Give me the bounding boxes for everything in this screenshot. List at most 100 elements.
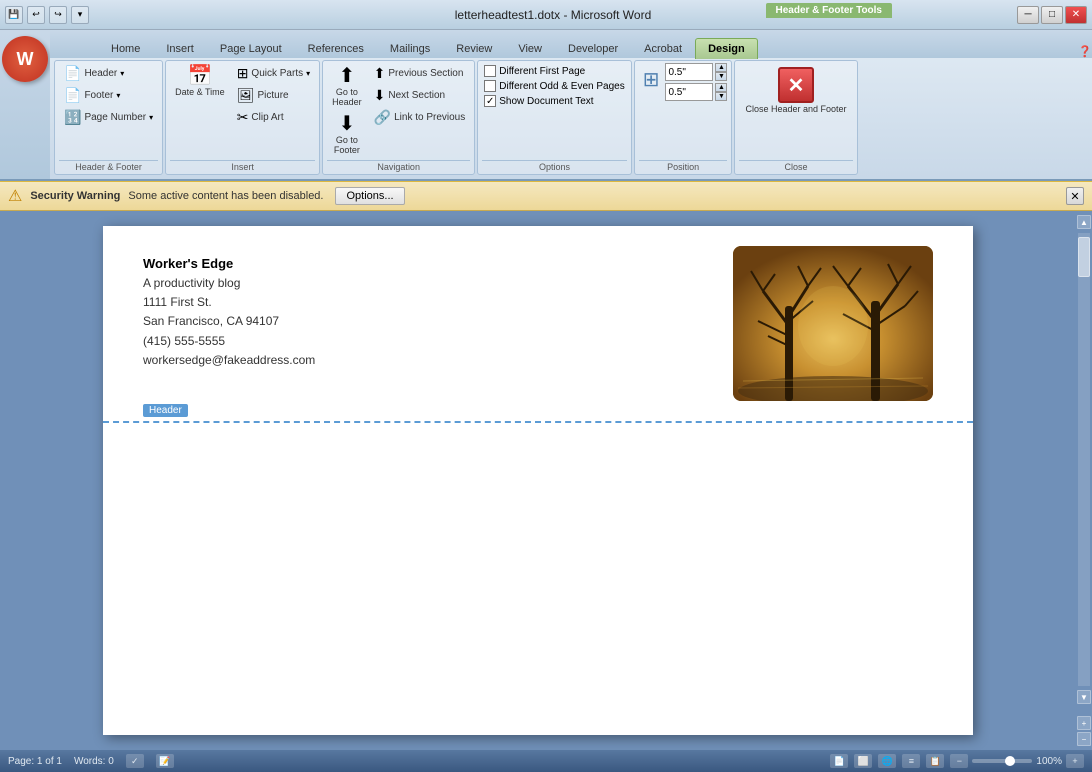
maximize-button[interactable]: □ (1041, 6, 1063, 24)
go-to-footer-button[interactable]: ⬇ Go toFooter (329, 111, 365, 158)
tab-mailings[interactable]: Mailings (377, 38, 443, 59)
qa-extra-btn[interactable]: ▾ (71, 6, 89, 24)
header-image (733, 246, 933, 401)
zoom-in-icon[interactable]: + (1066, 754, 1084, 768)
footer-icon: 📄 (64, 87, 81, 104)
footer-pos-down[interactable]: ▼ (715, 92, 727, 101)
close-header-footer-button[interactable]: ✕ Close Header and Footer (739, 63, 852, 118)
footer-pos-up[interactable]: ▲ (715, 83, 727, 92)
zoom-in-small-btn[interactable]: + (1077, 716, 1091, 730)
window-close-button[interactable]: ✕ (1065, 6, 1087, 24)
tab-review[interactable]: Review (443, 38, 505, 59)
hf-buttons: 📄 Header ▾ 📄 Footer ▾ (59, 63, 158, 158)
clip-art-button[interactable]: ✂ Clip Art (232, 107, 315, 128)
diff-odd-even-label: Different Odd & Even Pages (499, 81, 624, 92)
page-number-label: Page Number (84, 112, 146, 123)
nav-group-label: Navigation (327, 160, 470, 172)
redo-quick-btn[interactable]: ↪ (49, 6, 67, 24)
view-print-icon[interactable]: 📄 (830, 754, 848, 768)
prev-section-label: Previous Section (388, 68, 463, 79)
tab-acrobat[interactable]: Acrobat (631, 38, 695, 59)
nav-sections: ⬆ Previous Section ⬇ Next Section 🔗 Link (369, 63, 471, 128)
picture-button[interactable]: 🖼 Picture (232, 85, 315, 106)
help-icon[interactable]: ❓ (1078, 45, 1092, 58)
header-button[interactable]: 📄 Header ▾ (59, 63, 158, 84)
diff-first-checkbox[interactable] (484, 65, 496, 77)
proof-icon[interactable]: ✓ (126, 754, 144, 768)
tab-view[interactable]: View (505, 38, 555, 59)
footer-button[interactable]: 📄 Footer ▾ (59, 85, 158, 106)
footer-pos-spinner: ▲ ▼ (715, 83, 727, 101)
footer-position-input[interactable] (665, 83, 713, 101)
tab-insert[interactable]: Insert (153, 38, 207, 59)
ribbon: W Home Insert Page Layout References Mai… (0, 30, 1092, 181)
body-section[interactable] (103, 423, 973, 703)
date-time-button[interactable]: 📅 Date & Time (170, 63, 230, 100)
hf-group-label: Header & Footer (59, 160, 158, 172)
right-scrollbar: ▲ ▼ + − (1076, 211, 1092, 750)
header-label-btn: Header (84, 68, 117, 79)
tab-developer[interactable]: Developer (555, 38, 631, 59)
view-draft-icon[interactable]: 📋 (926, 754, 944, 768)
titlebar: 💾 ↩ ↪ ▾ letterheadtest1.dotx - Microsoft… (0, 0, 1092, 30)
security-options-button[interactable]: Options... (335, 187, 404, 205)
scroll-thumb[interactable] (1078, 237, 1090, 277)
group-insert: 📅 Date & Time ⊞ Quick Parts ▾ (165, 60, 320, 175)
link-prev-icon: 🔗 (374, 109, 391, 126)
show-doc-text-checkbox[interactable]: ✓ (484, 95, 496, 107)
date-time-icon: 📅 (187, 66, 212, 86)
header-pos-up[interactable]: ▲ (715, 63, 727, 72)
security-bar: ⚠ Security Warning Some active content h… (0, 181, 1092, 211)
show-doc-text-row: ✓ Show Document Text (484, 95, 624, 107)
previous-section-button[interactable]: ⬆ Previous Section (369, 63, 471, 84)
scroll-down-btn[interactable]: ▼ (1077, 690, 1091, 704)
pos-inputs: ▲ ▼ ▲ ▼ (665, 63, 727, 101)
position-inner: ⊞ ▲ ▼ (639, 63, 728, 158)
pagenum-dropdown-icon: ▾ (149, 113, 153, 122)
tab-home[interactable]: Home (98, 38, 153, 59)
ribbon-row: W Home Insert Page Layout References Mai… (0, 30, 1092, 179)
view-full-screen-icon[interactable]: ⬜ (854, 754, 872, 768)
security-bar-close-button[interactable]: ✕ (1066, 187, 1084, 205)
view-web-icon[interactable]: 🌐 (878, 754, 896, 768)
insert-buttons: 📅 Date & Time ⊞ Quick Parts ▾ (170, 63, 315, 158)
track-changes-icon[interactable]: 📝 (156, 754, 174, 768)
header-pos-down[interactable]: ▼ (715, 72, 727, 81)
page-info: Page: 1 of 1 (8, 756, 62, 767)
position-icon: ⊞ (639, 63, 664, 96)
go-to-header-button[interactable]: ⬆ Go toHeader (327, 63, 367, 110)
zoom-bar: − 100% + (950, 754, 1084, 768)
page-number-button[interactable]: 🔢 Page Number ▾ (59, 107, 158, 128)
diff-first-label: Different First Page (499, 66, 585, 77)
ribbon-content: 📄 Header ▾ 📄 Footer ▾ (50, 58, 1092, 179)
zoom-level: 100% (1036, 756, 1062, 767)
zoom-slider[interactable] (972, 759, 1032, 763)
view-outline-icon[interactable]: ≡ (902, 754, 920, 768)
diff-odd-even-checkbox[interactable] (484, 80, 496, 92)
header-position-input[interactable] (665, 63, 713, 81)
close-x-icon: ✕ (778, 67, 814, 103)
header-pos-row: ▲ ▼ (665, 63, 727, 81)
quick-parts-button[interactable]: ⊞ Quick Parts ▾ (232, 63, 315, 84)
office-button[interactable]: W (2, 36, 48, 82)
content-area: Worker's Edge A productivity blog 1111 F… (0, 211, 1092, 750)
diff-odd-even-row: Different Odd & Even Pages (484, 80, 624, 92)
tab-page-layout[interactable]: Page Layout (207, 38, 295, 59)
link-to-previous-button[interactable]: 🔗 Link to Previous (369, 107, 471, 128)
next-section-button[interactable]: ⬇ Next Section (369, 85, 471, 106)
save-quick-btn[interactable]: 💾 (5, 6, 23, 24)
undo-quick-btn[interactable]: ↩ (27, 6, 45, 24)
ribbon-tabs-and-content: Home Insert Page Layout References Maili… (50, 30, 1092, 179)
tab-design[interactable]: Design (695, 38, 758, 59)
scroll-up-btn[interactable]: ▲ (1077, 215, 1091, 229)
diff-first-row: Different First Page (484, 65, 624, 77)
minimize-button[interactable]: ─ (1017, 6, 1039, 24)
clip-art-label: Clip Art (251, 112, 283, 123)
addr-line-1: A productivity blog (143, 274, 315, 293)
zoom-thumb[interactable] (1005, 756, 1015, 766)
zoom-out-icon[interactable]: − (950, 754, 968, 768)
close-hf-label: Close Header and Footer (745, 104, 846, 114)
insert-group-label: Insert (170, 160, 315, 172)
tab-references[interactable]: References (295, 38, 377, 59)
zoom-out-small-btn[interactable]: − (1077, 732, 1091, 746)
